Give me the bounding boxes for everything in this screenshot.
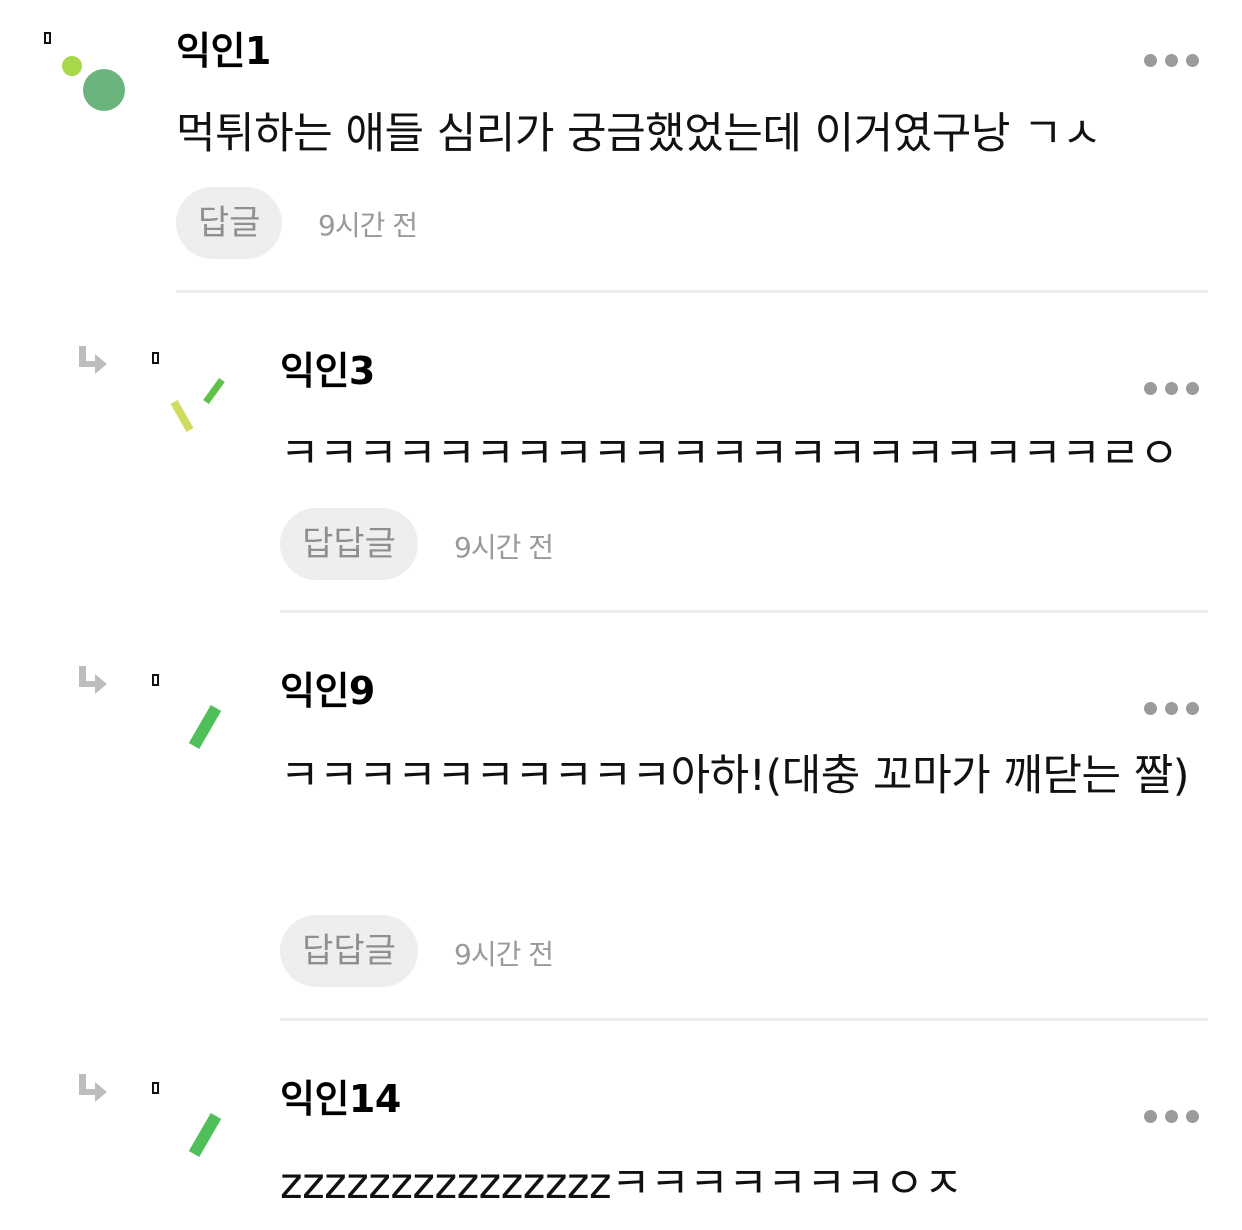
comment-timestamp: 9시간 전 (454, 938, 554, 971)
comment-nickname[interactable]: 익인9 (280, 672, 375, 710)
reply-comment-item: 익인9 ㅋㅋㅋㅋㅋㅋㅋㅋㅋㅋ아하!(대충 꼬마가 깨닫는 짤) 답답글 9시간 … (0, 640, 1242, 1030)
more-options-icon[interactable] (1144, 702, 1200, 716)
badge-marker-icon (44, 32, 51, 44)
avatar[interactable] (160, 690, 250, 780)
reply-arrow-icon (79, 666, 107, 694)
badge-marker-icon (152, 352, 159, 364)
comment-text: ㅋㅋㅋㅋㅋㅋㅋㅋㅋㅋㅋㅋㅋㅋㅋㅋㅋㅋㅋㅋㅋㄹㅇ (280, 429, 1179, 479)
comment-text: 먹튀하는 애들 심리가 궁금했었는데 이거였구낭 ㄱㅅ (176, 109, 1102, 159)
reply-comment-item: 익인14 zzzzzzzzzzzzzzzㅋㅋㅋㅋㅋㅋㅋㅇㅈ (0, 1048, 1242, 1230)
reply-arrow-icon (79, 346, 107, 374)
divider (280, 610, 1208, 613)
comment-nickname[interactable]: 익인3 (280, 352, 375, 390)
comment-nickname[interactable]: 익인1 (176, 32, 271, 70)
comment-timestamp: 9시간 전 (318, 209, 418, 242)
divider (280, 1018, 1208, 1021)
reply-button[interactable]: 답답글 (280, 915, 418, 987)
more-options-icon[interactable] (1144, 54, 1200, 68)
comment-item: 익인1 먹튀하는 애들 심리가 궁금했었는데 이거였구낭 ㄱㅅ 답글 9시간 전 (0, 0, 1242, 300)
reply-comment-item: 익인3 ㅋㅋㅋㅋㅋㅋㅋㅋㅋㅋㅋㅋㅋㅋㅋㅋㅋㅋㅋㅋㅋㄹㅇ 답답글 9시간 전 (0, 320, 1242, 620)
reply-button[interactable]: 답답글 (280, 508, 418, 580)
avatar[interactable] (160, 1098, 250, 1188)
badge-marker-icon (152, 1082, 159, 1094)
reply-arrow-icon (79, 1074, 107, 1102)
divider (176, 290, 1208, 293)
more-options-icon[interactable] (1144, 382, 1200, 396)
comment-timestamp: 9시간 전 (454, 531, 554, 564)
more-options-icon[interactable] (1144, 1110, 1200, 1124)
comment-text: zzzzzzzzzzzzzzzㅋㅋㅋㅋㅋㅋㅋㅇㅈ (280, 1159, 963, 1209)
badge-marker-icon (152, 674, 159, 686)
avatar[interactable] (160, 370, 250, 460)
comment-text: ㅋㅋㅋㅋㅋㅋㅋㅋㅋㅋ아하!(대충 꼬마가 깨닫는 짤) (280, 751, 1190, 801)
comment-nickname[interactable]: 익인14 (280, 1080, 401, 1118)
avatar[interactable] (50, 44, 140, 134)
reply-button[interactable]: 답글 (176, 187, 282, 259)
